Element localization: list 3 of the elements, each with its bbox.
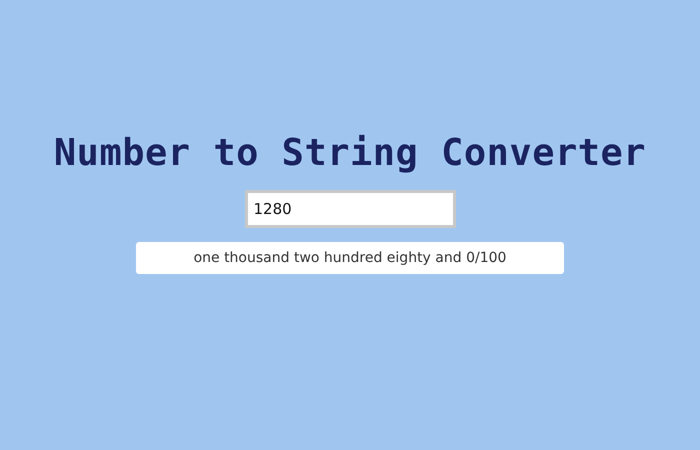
number-input-field[interactable]: 1280 bbox=[244, 190, 456, 228]
page-title: Number to String Converter bbox=[54, 133, 646, 173]
result-text: one thousand two hundred eighty and 0/100 bbox=[136, 242, 564, 274]
